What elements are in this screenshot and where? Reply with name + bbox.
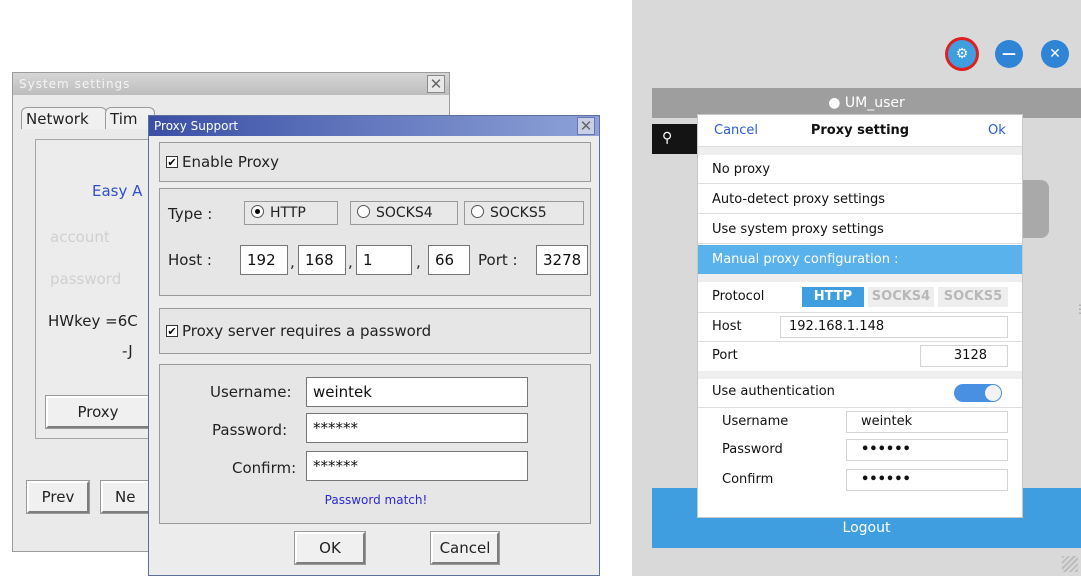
protocol-http[interactable]: HTTP (802, 287, 864, 307)
password-label: Password (722, 442, 783, 457)
enable-proxy-checkbox[interactable]: ✔ (166, 156, 178, 168)
radio-http-label: HTTP (270, 205, 306, 221)
requires-password-label: Proxy server requires a password (182, 322, 432, 340)
cancel-button[interactable]: Cancel (431, 532, 499, 564)
password-label: Password: (212, 421, 288, 439)
radio-dot-icon (357, 205, 370, 218)
enable-proxy-label: Enable Proxy (182, 153, 279, 171)
radio-socks4-label: SOCKS4 (376, 205, 433, 221)
host-dot: , (416, 253, 421, 271)
divider (698, 312, 1022, 313)
option-no-proxy[interactable]: No proxy (698, 155, 1022, 184)
username-label: Username (722, 414, 789, 429)
host-label: Host (712, 319, 742, 334)
protocol-label: Protocol (712, 289, 765, 304)
radio-dot-icon (471, 205, 484, 218)
use-authentication-label: Use authentication (712, 384, 835, 399)
close-icon[interactable]: ✕ (577, 117, 595, 135)
radio-dot-icon (251, 205, 264, 218)
username-label: Username: (210, 383, 292, 401)
confirm-label: Confirm: (232, 459, 297, 477)
option-auto-detect[interactable]: Auto-detect proxy settings (698, 185, 1022, 214)
proxy-support-title: Proxy Support (149, 116, 599, 136)
account-field-faded: account (50, 228, 110, 246)
host-octet-1[interactable]: 192 (240, 245, 288, 275)
requires-password-group: ✔ Proxy server requires a password (159, 308, 591, 354)
radio-socks5-label: SOCKS5 (490, 205, 547, 221)
port-label: Port (712, 348, 738, 363)
port-input[interactable]: 3128 (920, 345, 1008, 367)
ok-button[interactable]: OK (295, 532, 365, 564)
host-label: Host : (168, 251, 212, 269)
system-settings-title: System settings (13, 73, 449, 95)
confirm-input[interactable]: ****** (306, 451, 528, 481)
confirm-label: Confirm (722, 472, 774, 487)
proxy-setting-sheet: Cancel Proxy setting Ok No proxy Auto-de… (697, 114, 1023, 518)
host-dot: , (290, 253, 295, 271)
side-handle (1023, 180, 1049, 238)
ok-link[interactable]: Ok (988, 123, 1006, 138)
search-icon[interactable]: ⚲ (662, 130, 672, 146)
password-input[interactable]: •••••• (846, 439, 1008, 461)
port-input[interactable]: 3278 (536, 245, 588, 275)
minimize-icon[interactable]: — (995, 40, 1023, 68)
type-label: Type : (168, 205, 213, 223)
proxy-button[interactable]: Proxy (46, 396, 150, 428)
proxy-support-dialog: Proxy Support ✕ ✔ Enable Proxy Type : HT… (148, 115, 600, 576)
password-match-message: Password match! (324, 493, 428, 507)
hwkey-suffix: -J (122, 342, 133, 360)
radio-http[interactable]: HTTP (244, 201, 338, 225)
close-icon[interactable]: ✕ (1041, 40, 1069, 68)
enable-proxy-group: ✔ Enable Proxy (159, 142, 591, 182)
search-bar: ⚲ (652, 124, 697, 154)
divider (698, 341, 1022, 342)
proxy-config-group: Type : HTTP SOCKS4 SOCKS5 Host : 192 , 1… (159, 188, 591, 296)
option-manual-proxy[interactable]: Manual proxy configuration : (698, 245, 1022, 274)
radio-socks5[interactable]: SOCKS5 (464, 201, 584, 225)
hwkey-label: HWkey =6C (48, 312, 138, 330)
tab-network[interactable]: Network (21, 107, 107, 129)
username-input[interactable]: weintek (846, 411, 1008, 433)
host-dot: , (348, 253, 353, 271)
protocol-socks5[interactable]: SOCKS5 (938, 287, 1008, 307)
user-icon: ● (828, 95, 841, 111)
protocol-socks4[interactable]: SOCKS4 (868, 287, 934, 307)
host-octet-3[interactable]: 1 (356, 245, 412, 275)
gear-icon[interactable]: ⚙ (948, 40, 976, 68)
sheet-header: Cancel Proxy setting Ok (698, 115, 1022, 147)
host-input[interactable]: 192.168.1.148 (780, 316, 1008, 338)
user-name: UM_user (844, 95, 905, 111)
host-octet-4[interactable]: 66 (428, 245, 470, 275)
close-icon[interactable]: ✕ (427, 75, 445, 93)
divider (698, 274, 1022, 282)
logout-label: Logout (842, 520, 891, 536)
resize-grip-icon[interactable] (1062, 556, 1078, 572)
sheet-title: Proxy setting (810, 123, 910, 138)
radio-socks4[interactable]: SOCKS4 (350, 201, 458, 225)
confirm-input[interactable]: •••••• (846, 469, 1008, 491)
divider (698, 147, 1022, 155)
prev-button[interactable]: Prev (27, 481, 89, 513)
drag-handle-icon[interactable]: ⋮ (1074, 303, 1081, 315)
password-input[interactable]: ****** (306, 413, 528, 443)
requires-password-checkbox[interactable]: ✔ (166, 325, 178, 337)
toggle-knob (985, 385, 1001, 401)
password-field-faded: password (50, 270, 122, 288)
option-system-proxy[interactable]: Use system proxy settings (698, 215, 1022, 244)
credentials-group: Username: weintek Password: ****** Confi… (159, 364, 591, 524)
use-authentication-toggle[interactable] (954, 384, 1002, 402)
host-octet-2[interactable]: 168 (298, 245, 346, 275)
easy-access-label: Easy A (92, 182, 143, 200)
port-label: Port : (478, 251, 518, 269)
username-input[interactable]: weintek (306, 377, 528, 407)
